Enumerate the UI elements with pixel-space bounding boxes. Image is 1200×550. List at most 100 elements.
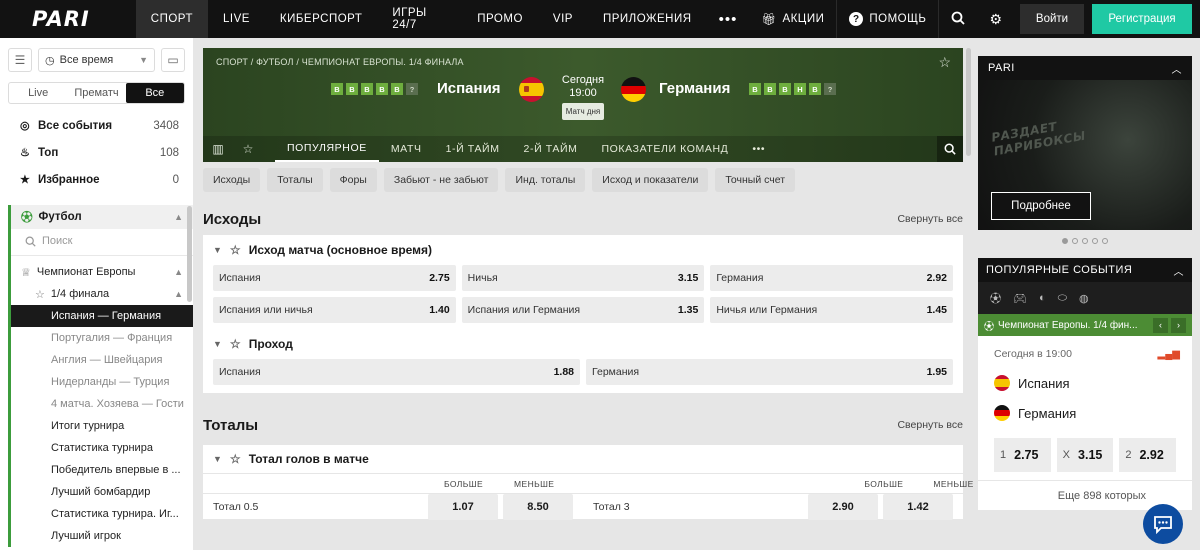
nav-promo[interactable]: ПРОМО <box>462 0 538 38</box>
promos-link[interactable]: 🎁︎ АКЦИИ <box>749 0 838 38</box>
carousel-dot[interactable] <box>1082 238 1088 244</box>
market-header[interactable]: ▼ ☆ Исход матча (основное время) <box>213 235 953 265</box>
nav-sport[interactable]: СПОРТ <box>135 0 208 38</box>
segment-all[interactable]: Все <box>125 83 184 103</box>
sidebar-search[interactable]: Поиск <box>11 229 193 253</box>
more-dots-icon[interactable]: ••• <box>707 11 750 28</box>
sidebar-item-all-events[interactable]: ◎ Все события 3408 <box>0 112 193 139</box>
time-filter-select[interactable]: ◷ Все время ▼ <box>38 48 155 72</box>
stage-quarterfinal[interactable]: ☆ 1/4 финала ▲ <box>11 283 193 305</box>
tab-match[interactable]: МАТЧ <box>379 136 434 162</box>
odd-button[interactable]: Испания или ничья 1.40 <box>213 297 456 323</box>
event-home-team[interactable]: Испания <box>978 368 1192 398</box>
tree-item[interactable]: Лучший игрок <box>11 525 193 547</box>
segment-prematch[interactable]: Прематч <box>67 83 125 103</box>
gear-icon[interactable]: ⚙ <box>977 11 1014 28</box>
monitor-icon[interactable]: ▭ <box>161 48 185 72</box>
tournament-euro[interactable]: ♕ Чемпионат Европы ▲ <box>11 261 193 283</box>
carousel-dot[interactable] <box>1072 238 1078 244</box>
sidebar-item-favorites[interactable]: ★ Избранное 0 <box>0 166 193 193</box>
star-outline-icon[interactable]: ☆ <box>230 243 241 257</box>
championship-label[interactable]: Чемпионат Европы. 1/4 фин... <box>998 320 1138 331</box>
nav-games[interactable]: ИГРЫ 24/7 <box>377 0 462 38</box>
odd-button[interactable]: 1 2.75 <box>994 438 1051 472</box>
market-header[interactable]: ▼ ☆ Проход <box>213 329 953 359</box>
star-outline-icon[interactable]: ☆ <box>230 452 241 466</box>
odd-button[interactable]: 2 2.92 <box>1119 438 1177 472</box>
event-away-team[interactable]: Германия <box>978 398 1192 428</box>
match-item[interactable]: 4 матча. Хозяева — Гости <box>11 393 193 415</box>
nav-esports[interactable]: КИБЕРСПОРТ <box>265 0 377 38</box>
odd-button[interactable]: Ничья 3.15 <box>461 265 705 291</box>
tree-item[interactable]: Победитель впервые в ... <box>11 459 193 481</box>
tab-popular[interactable]: ПОПУЛЯРНОЕ <box>275 136 379 162</box>
nav-live[interactable]: LIVE <box>208 0 265 38</box>
sidebar-scrollbar[interactable] <box>187 206 192 302</box>
odd-button[interactable]: 2.90 <box>808 493 878 520</box>
nav-vip[interactable]: VIP <box>538 0 588 38</box>
tree-item[interactable]: Лучший бомбардир <box>11 481 193 503</box>
sport-football-header[interactable]: ⚽︎ Футбол ▲ <box>8 205 193 229</box>
help-link[interactable]: ? ПОМОЩЬ <box>837 0 940 38</box>
register-button[interactable]: Регистрация <box>1092 4 1192 34</box>
carousel-dot[interactable] <box>1062 238 1068 244</box>
chat-icon[interactable] <box>1143 504 1183 544</box>
collapse-all-link[interactable]: Свернуть все <box>897 419 963 431</box>
market-header[interactable]: ▼ ☆ Тотал голов в матче <box>203 445 963 473</box>
away-team-name[interactable]: Германия <box>659 80 730 97</box>
tennis-icon[interactable]: ◐ <box>1039 292 1046 304</box>
match-item[interactable]: Испания — Германия <box>11 305 193 327</box>
tab-team-stats[interactable]: ПОКАЗАТЕЛИ КОМАНД <box>590 136 741 162</box>
tab-second-half[interactable]: 2-Й ТАЙМ <box>512 136 590 162</box>
odd-button[interactable]: Испания 1.88 <box>213 359 580 385</box>
chevron-left-icon[interactable]: ‹ <box>1153 317 1168 333</box>
chip-exact-score[interactable]: Точный счет <box>715 168 796 192</box>
odd-button[interactable]: Испания или Германия 1.35 <box>461 297 705 323</box>
carousel-dot[interactable] <box>1102 238 1108 244</box>
basketball-icon[interactable]: ◍ <box>1079 292 1089 305</box>
match-item[interactable]: Нидерланды — Турция <box>11 371 193 393</box>
chip-handicaps[interactable]: Форы <box>329 168 377 192</box>
odd-button[interactable]: Ничья или Германия 1.45 <box>710 297 953 323</box>
tab-first-half[interactable]: 1-Й ТАЙМ <box>434 136 512 162</box>
chip-ind-totals[interactable]: Инд. тоталы <box>505 168 586 192</box>
promo-header[interactable]: PARI ︿ <box>978 56 1192 80</box>
gamepad-icon[interactable]: 🎮︎ <box>1013 292 1027 305</box>
login-button[interactable]: Войти <box>1020 4 1084 34</box>
stats-bars-icon[interactable]: ▂▄▆ <box>1158 349 1180 360</box>
odd-button[interactable]: 1.42 <box>883 493 953 520</box>
odd-button[interactable]: 1.07 <box>428 493 498 520</box>
chip-outcomes[interactable]: Исходы <box>203 168 261 192</box>
segment-live[interactable]: Live <box>9 83 67 103</box>
collapse-all-link[interactable]: Свернуть все <box>897 213 963 225</box>
chevron-right-icon[interactable]: › <box>1171 317 1186 333</box>
nav-apps[interactable]: ПРИЛОЖЕНИЯ <box>588 0 707 38</box>
chip-btts[interactable]: Забьют - не забьют <box>383 168 499 192</box>
promo-details-button[interactable]: Подробнее <box>991 192 1091 220</box>
pari-logo[interactable]: PARI <box>0 7 136 31</box>
rugby-icon[interactable]: ⬭ <box>1058 292 1067 305</box>
star-outline-icon[interactable]: ☆ <box>230 337 241 351</box>
content-scrollbar[interactable] <box>966 48 971 156</box>
tree-item[interactable]: Статистика турнира <box>11 437 193 459</box>
chip-outcome-stats[interactable]: Исход и показатели <box>592 168 709 192</box>
stats-icon[interactable]: ▥ <box>203 142 233 156</box>
match-item[interactable]: Англия — Швейцария <box>11 349 193 371</box>
odd-button[interactable]: Испания 2.75 <box>213 265 456 291</box>
tree-item[interactable]: Статистика турнира. Иг... <box>11 503 193 525</box>
odd-button[interactable]: Германия 2.92 <box>710 265 953 291</box>
odd-button[interactable]: 8.50 <box>503 493 573 520</box>
search-icon[interactable] <box>937 136 963 162</box>
popular-events-header[interactable]: ПОПУЛЯРНЫЕ СОБЫТИЯ ︿ <box>978 258 1192 282</box>
star-outline-icon[interactable]: ☆ <box>233 142 263 156</box>
odd-button[interactable]: Германия 1.95 <box>586 359 953 385</box>
sidebar-item-top[interactable]: ♨ Топ 108 <box>0 139 193 166</box>
tree-item[interactable]: Итоги турнира <box>11 415 193 437</box>
filter-icon[interactable]: ☰ <box>8 48 32 72</box>
chip-totals[interactable]: Тоталы <box>267 168 323 192</box>
match-item[interactable]: Португалия — Франция <box>11 327 193 349</box>
odd-button[interactable]: X 3.15 <box>1056 438 1114 472</box>
football-icon[interactable]: ⚽︎ <box>990 290 1001 306</box>
home-team-name[interactable]: Испания <box>437 80 501 97</box>
breadcrumb[interactable]: СПОРТ / ФУТБОЛ / ЧЕМПИОНАТ ЕВРОПЫ. 1/4 Ф… <box>216 57 464 67</box>
